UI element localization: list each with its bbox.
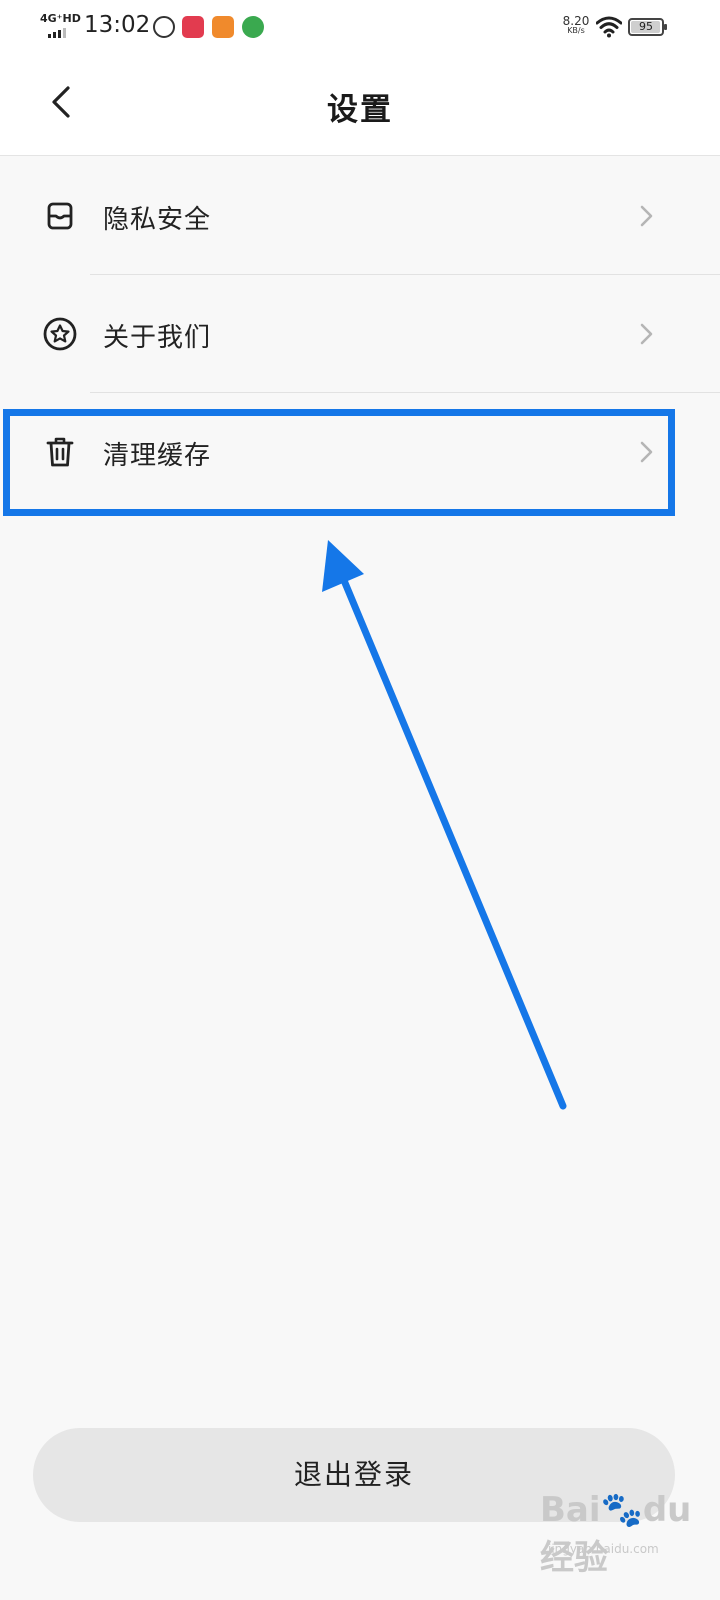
clock: 13:02 bbox=[84, 12, 151, 38]
app-notification-icon bbox=[153, 16, 175, 38]
status-bar: 4G⁺HD 13:02 8.20 KB/s 95 bbox=[0, 0, 720, 56]
settings-menu: 隐私安全 关于我们 清理缓存 bbox=[0, 157, 720, 511]
wifi-icon bbox=[596, 16, 622, 38]
network-type: 4G⁺HD bbox=[40, 12, 81, 25]
signal-indicator: 4G⁺HD bbox=[40, 12, 81, 40]
watermark: Bai🐾du 经验 jingyan.baidu.com bbox=[540, 1490, 710, 1578]
menu-item-label: 隐私安全 bbox=[103, 205, 212, 235]
trash-icon bbox=[46, 437, 74, 467]
header: 设置 bbox=[0, 56, 720, 156]
network-speed: 8.20 KB/s bbox=[562, 14, 590, 35]
app-notification-icon bbox=[212, 16, 234, 38]
menu-item-about[interactable]: 关于我们 bbox=[0, 275, 720, 393]
menu-item-label: 关于我们 bbox=[103, 323, 212, 353]
menu-item-clear-cache[interactable]: 清理缓存 bbox=[0, 393, 720, 511]
app-notification-icon bbox=[242, 16, 264, 38]
menu-item-label: 清理缓存 bbox=[103, 441, 212, 471]
battery-icon: 95 bbox=[628, 18, 667, 36]
watermark-logo: Bai🐾du 经验 bbox=[540, 1490, 692, 1578]
menu-item-privacy[interactable]: 隐私安全 bbox=[0, 157, 720, 275]
watermark-url: jingyan.baidu.com bbox=[548, 1542, 659, 1556]
privacy-icon bbox=[47, 202, 73, 230]
star-badge-icon bbox=[43, 317, 77, 351]
chevron-right-icon bbox=[640, 323, 653, 345]
chevron-right-icon bbox=[640, 205, 653, 227]
chevron-right-icon bbox=[640, 441, 653, 463]
app-notification-icon bbox=[182, 16, 204, 38]
signal-bars-icon bbox=[48, 28, 66, 38]
battery-level: 95 bbox=[639, 20, 653, 33]
page-title: 设置 bbox=[327, 92, 393, 128]
